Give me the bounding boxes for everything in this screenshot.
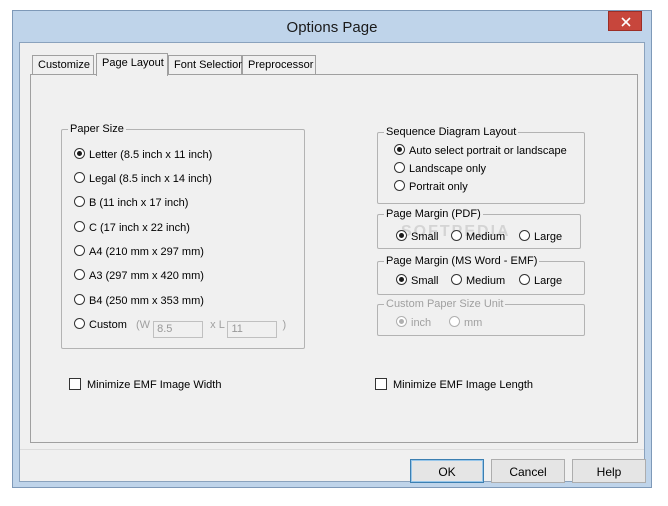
radio-label: Medium <box>466 275 506 287</box>
custom-width-input[interactable]: 8.5 <box>153 321 204 338</box>
paper-size-legend: Paper Size <box>68 123 126 135</box>
radio-icon[interactable] <box>396 274 407 285</box>
radio-label: Auto select portrait or landscape <box>409 145 567 157</box>
custom-unit-inch[interactable]: inch <box>396 316 431 330</box>
margin-pdf-legend: Page Margin (PDF) <box>384 208 483 220</box>
radio-label: B4 (250 mm x 353 mm) <box>89 295 204 307</box>
help-button[interactable]: Help <box>572 459 646 483</box>
radio-label: Portrait only <box>409 181 468 193</box>
paper-option-a3[interactable]: A3 (297 mm x 420 mm) <box>74 269 204 283</box>
radio-icon[interactable] <box>74 245 85 256</box>
layout-option-landscape[interactable]: Landscape only <box>394 162 486 176</box>
paper-option-a4[interactable]: A4 (210 mm x 297 mm) <box>74 245 204 259</box>
radio-icon[interactable] <box>74 196 85 207</box>
footer-divider <box>20 449 644 450</box>
custom-unit-legend: Custom Paper Size Unit <box>384 298 506 310</box>
ok-button[interactable]: OK <box>410 459 484 483</box>
radio-icon[interactable] <box>396 230 407 241</box>
radio-label: Landscape only <box>409 163 487 175</box>
margin-word-legend: Page Margin (MS Word - EMF) <box>384 255 540 267</box>
radio-label: B (11 inch x 17 inch) <box>89 197 189 209</box>
checkbox-label: Minimize EMF Image Length <box>393 379 533 391</box>
margin-pdf-small[interactable]: Small <box>396 230 439 244</box>
radio-icon[interactable] <box>451 274 462 285</box>
custom-unit-mm[interactable]: mm <box>449 316 482 330</box>
minimize-length-checkbox[interactable]: Minimize EMF Image Length <box>375 378 533 392</box>
margin-pdf-large[interactable]: Large <box>519 230 562 244</box>
radio-icon[interactable] <box>519 230 530 241</box>
title-bar[interactable]: Options Page <box>13 11 651 43</box>
margin-word-group: Page Margin (MS Word - EMF) Small Medium… <box>377 255 585 295</box>
radio-icon[interactable] <box>449 316 460 327</box>
close-button[interactable] <box>608 11 642 31</box>
paper-option-b[interactable]: B (11 inch x 17 inch) <box>74 196 188 210</box>
radio-icon[interactable] <box>396 316 407 327</box>
radio-icon[interactable] <box>74 148 85 159</box>
tab-page-layout[interactable]: Page Layout <box>96 53 168 76</box>
options-window: Options Page Customize Page Layout Font … <box>12 10 652 488</box>
radio-label: Small <box>411 275 439 287</box>
margin-word-small[interactable]: Small <box>396 274 439 288</box>
cancel-button[interactable]: Cancel <box>491 459 565 483</box>
radio-label: A4 (210 mm x 297 mm) <box>89 246 204 258</box>
paper-option-b4[interactable]: B4 (250 mm x 353 mm) <box>74 294 204 308</box>
custom-length-input[interactable]: 11 <box>227 321 278 338</box>
radio-icon[interactable] <box>74 269 85 280</box>
page-layout-panel: SOFTPEDIA Paper Size Letter (8.5 inch x … <box>30 74 638 443</box>
tab-preprocessor[interactable]: Preprocessor <box>242 55 316 75</box>
radio-label: Custom <box>89 319 127 331</box>
radio-icon[interactable] <box>74 221 85 232</box>
radio-label: Small <box>411 231 439 243</box>
radio-label: mm <box>464 317 483 329</box>
paper-option-letter[interactable]: Letter (8.5 inch x 11 inch) <box>74 148 212 162</box>
paper-option-c[interactable]: C (17 inch x 22 inch) <box>74 221 190 235</box>
radio-icon[interactable] <box>394 180 405 191</box>
custom-close-paren: ) <box>282 319 287 331</box>
radio-label: inch <box>411 317 432 329</box>
radio-icon[interactable] <box>74 294 85 305</box>
radio-label: Large <box>534 231 563 243</box>
radio-icon[interactable] <box>451 230 462 241</box>
margin-word-medium[interactable]: Medium <box>451 274 505 288</box>
checkbox-label: Minimize EMF Image Width <box>87 379 222 391</box>
dialog-client: Customize Page Layout Font Selection Pre… <box>19 42 646 483</box>
tab-customize[interactable]: Customize <box>32 55 94 75</box>
custom-w-label: (W <box>135 319 151 331</box>
radio-icon[interactable] <box>394 144 405 155</box>
margin-word-large[interactable]: Large <box>519 274 562 288</box>
radio-label: C (17 inch x 22 inch) <box>89 222 190 234</box>
sequence-layout-legend: Sequence Diagram Layout <box>384 126 519 138</box>
paper-option-legal[interactable]: Legal (8.5 inch x 14 inch) <box>74 172 212 186</box>
close-icon <box>621 17 631 27</box>
radio-label: Letter (8.5 inch x 11 inch) <box>89 149 213 161</box>
layout-option-auto[interactable]: Auto select portrait or landscape <box>394 144 567 158</box>
paper-size-group: Paper Size Letter (8.5 inch x 11 inch) L… <box>61 123 305 349</box>
margin-pdf-group: Page Margin (PDF) Small Medium Large <box>377 208 581 249</box>
window-title: Options Page <box>286 19 378 36</box>
minimize-width-checkbox[interactable]: Minimize EMF Image Width <box>69 378 221 392</box>
sequence-layout-group: Sequence Diagram Layout Auto select port… <box>377 126 585 204</box>
radio-icon[interactable] <box>394 162 405 173</box>
radio-label: Large <box>534 275 563 287</box>
checkbox-icon[interactable] <box>69 378 81 390</box>
radio-label: A3 (297 mm x 420 mm) <box>89 270 204 282</box>
margin-pdf-medium[interactable]: Medium <box>451 230 505 244</box>
tab-font-selection[interactable]: Font Selection <box>168 55 244 75</box>
radio-icon[interactable] <box>74 172 85 183</box>
radio-icon[interactable] <box>74 318 85 329</box>
custom-l-label: x L <box>210 319 225 331</box>
custom-unit-group: Custom Paper Size Unit inch mm <box>377 298 585 336</box>
checkbox-icon[interactable] <box>375 378 387 390</box>
paper-option-custom[interactable]: Custom (W 8.5 x L 11 ) <box>74 318 287 338</box>
layout-option-portrait[interactable]: Portrait only <box>394 180 468 194</box>
radio-label: Legal (8.5 inch x 14 inch) <box>89 173 212 185</box>
radio-label: Medium <box>466 231 506 243</box>
radio-icon[interactable] <box>519 274 530 285</box>
